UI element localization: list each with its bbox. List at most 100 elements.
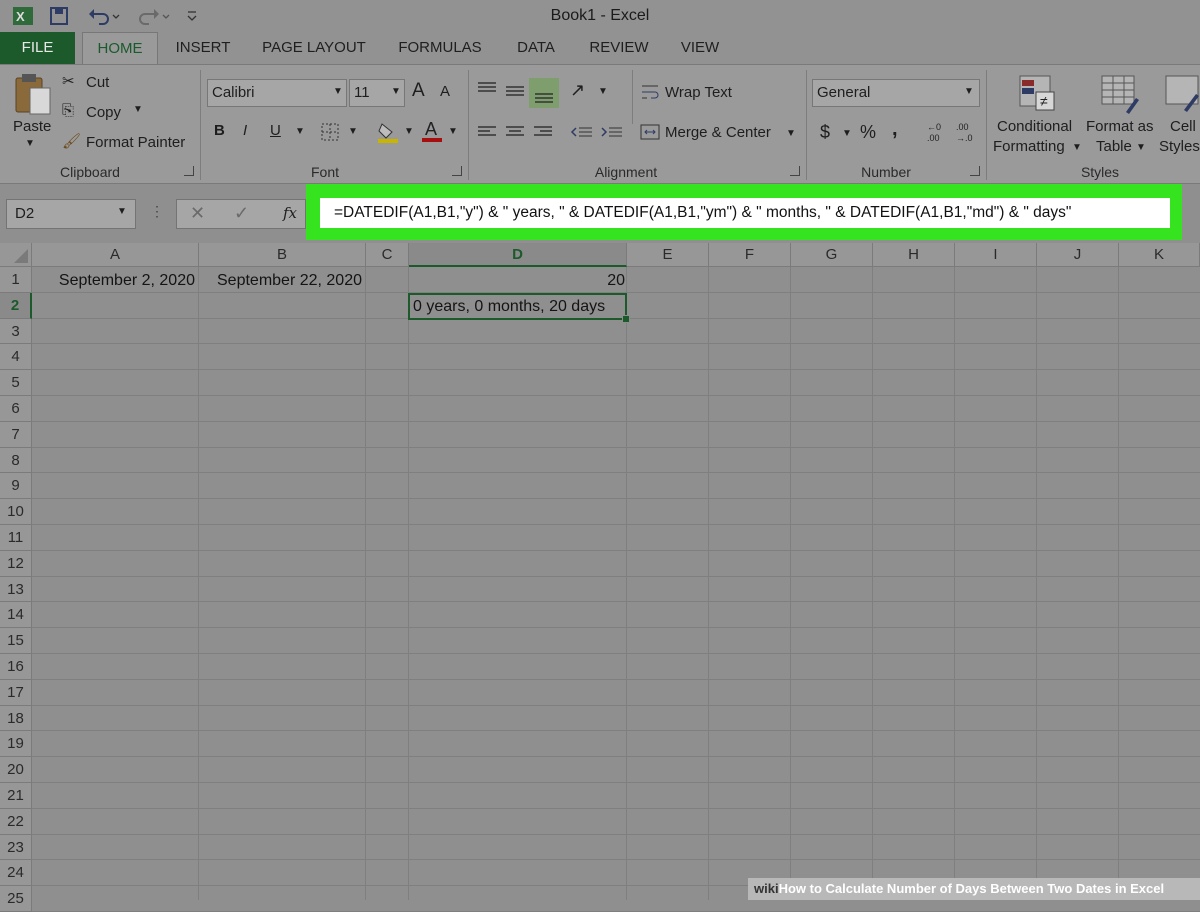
underline-dropdown-icon[interactable]: ▼ [295, 126, 305, 137]
font-size-dropdown-icon[interactable]: ▼ [391, 86, 401, 97]
align-middle-icon[interactable] [504, 84, 526, 100]
copy-button[interactable]: Copy [86, 104, 121, 121]
row-header-9[interactable]: 9 [0, 473, 32, 500]
format-painter-icon[interactable]: 🖌 [62, 132, 81, 150]
column-header-k[interactable]: K [1119, 243, 1200, 267]
format-as-table-label-1[interactable]: Format as [1086, 118, 1154, 135]
align-right-icon[interactable] [532, 124, 554, 140]
row-header-25[interactable]: 25 [0, 886, 32, 912]
tab-review[interactable]: REVIEW [584, 32, 654, 64]
italic-button[interactable]: I [243, 122, 247, 139]
row-header-20[interactable]: 20 [0, 757, 32, 783]
row-header-8[interactable]: 8 [0, 447, 32, 474]
cancel-icon[interactable]: ✕ [190, 203, 205, 224]
row-header-15[interactable]: 15 [0, 628, 32, 654]
number-format-dropdown-icon[interactable]: ▼ [964, 86, 974, 97]
font-name-select[interactable]: Calibri [207, 79, 347, 107]
font-color-icon[interactable]: A [420, 118, 444, 144]
column-header-j[interactable]: J [1037, 243, 1119, 267]
column-header-b[interactable]: B [199, 243, 366, 267]
wrap-text-button[interactable]: Wrap Text [665, 84, 732, 101]
borders-dropdown-icon[interactable]: ▼ [348, 126, 358, 137]
cell-a1[interactable]: September 2, 2020 [34, 268, 197, 294]
underline-button[interactable]: U [270, 122, 281, 139]
conditional-formatting-dropdown-icon[interactable]: ▼ [1072, 142, 1082, 153]
bold-button[interactable]: B [214, 122, 225, 139]
increase-decimal-icon[interactable]: ←0.00 [925, 120, 949, 144]
font-launcher-icon[interactable] [452, 166, 462, 176]
comma-button[interactable]: , [892, 118, 898, 141]
row-header-14[interactable]: 14 [0, 602, 32, 629]
paste-icon[interactable] [12, 72, 54, 116]
shrink-font-button[interactable]: A [440, 83, 450, 100]
row-header-5[interactable]: 5 [0, 370, 32, 396]
cut-button[interactable]: Cut [86, 74, 109, 91]
currency-dropdown-icon[interactable]: ▼ [842, 128, 852, 139]
row-header-21[interactable]: 21 [0, 783, 32, 809]
row-header-2[interactable]: 2 [0, 292, 32, 319]
format-as-table-dropdown-icon[interactable]: ▼ [1136, 142, 1146, 153]
alignment-launcher-icon[interactable] [790, 166, 800, 176]
insert-function-button[interactable]: fx [283, 204, 297, 222]
copy-icon[interactable]: ⎘ [62, 102, 74, 119]
cell-d1[interactable]: 20 [410, 268, 625, 294]
tab-data[interactable]: DATA [506, 32, 566, 64]
row-header-3[interactable]: 3 [0, 318, 32, 345]
merge-dropdown-icon[interactable]: ▼ [786, 128, 796, 139]
tab-formulas[interactable]: FORMULAS [390, 32, 490, 64]
align-top-icon[interactable] [476, 80, 498, 96]
borders-icon[interactable] [320, 122, 340, 142]
column-header-i[interactable]: I [955, 243, 1037, 267]
fill-color-icon[interactable] [376, 120, 400, 144]
conditional-formatting-label-2[interactable]: Formatting [993, 138, 1065, 155]
format-as-table-label-2[interactable]: Table [1096, 138, 1132, 155]
merge-center-icon[interactable] [640, 122, 660, 142]
decrease-indent-icon[interactable] [570, 124, 594, 140]
increase-indent-icon[interactable] [600, 124, 624, 140]
name-box-dropdown-icon[interactable]: ▼ [117, 206, 127, 217]
row-header-7[interactable]: 7 [0, 421, 32, 448]
row-header-11[interactable]: 11 [0, 525, 32, 551]
tab-view[interactable]: VIEW [672, 32, 728, 64]
percent-button[interactable]: % [860, 122, 876, 143]
row-header-24[interactable]: 24 [0, 860, 32, 887]
tab-file[interactable]: FILE [0, 32, 75, 64]
conditional-formatting-icon[interactable]: ≠ [1018, 74, 1058, 114]
font-name-dropdown-icon[interactable]: ▼ [333, 86, 343, 97]
tab-home[interactable]: HOME [82, 32, 158, 65]
row-header-23[interactable]: 23 [0, 834, 32, 861]
row-header-19[interactable]: 19 [0, 731, 32, 758]
format-as-table-icon[interactable] [1100, 74, 1140, 114]
grow-font-button[interactable]: A [412, 80, 425, 102]
column-header-h[interactable]: H [873, 243, 955, 267]
cut-icon[interactable]: ✂ [62, 72, 75, 90]
cell-b1[interactable]: September 22, 2020 [201, 268, 364, 294]
column-header-g[interactable]: G [791, 243, 873, 267]
merge-center-button[interactable]: Merge & Center [665, 124, 771, 141]
row-header-12[interactable]: 12 [0, 550, 32, 577]
tab-insert[interactable]: INSERT [168, 32, 238, 64]
align-left-icon[interactable] [476, 124, 498, 140]
cell-styles-label-2[interactable]: Styles [1159, 138, 1200, 155]
row-header-1[interactable]: 1 [0, 267, 32, 293]
row-header-6[interactable]: 6 [0, 396, 32, 422]
enter-icon[interactable]: ✓ [234, 203, 249, 224]
paste-dropdown-icon[interactable]: ▼ [25, 138, 35, 149]
number-format-select[interactable]: General [812, 79, 980, 107]
decrease-decimal-icon[interactable]: .00 →.0 [954, 120, 978, 144]
align-bottom-icon[interactable] [529, 78, 559, 108]
formula-input[interactable]: =DATEDIF(A1,B1,"y") & " years, " & DATED… [320, 198, 1170, 228]
row-header-17[interactable]: 17 [0, 679, 32, 706]
currency-button[interactable]: $ [820, 122, 830, 143]
clipboard-launcher-icon[interactable] [184, 166, 194, 176]
paste-button[interactable]: Paste [13, 118, 51, 135]
number-launcher-icon[interactable] [970, 166, 980, 176]
column-header-e[interactable]: E [627, 243, 709, 267]
row-header-18[interactable]: 18 [0, 705, 32, 732]
row-header-13[interactable]: 13 [0, 576, 32, 603]
font-color-dropdown-icon[interactable]: ▼ [448, 126, 458, 137]
copy-dropdown-icon[interactable]: ▼ [133, 104, 143, 115]
row-header-4[interactable]: 4 [0, 344, 32, 371]
fill-color-dropdown-icon[interactable]: ▼ [404, 126, 414, 137]
format-painter-button[interactable]: Format Painter [86, 134, 185, 151]
